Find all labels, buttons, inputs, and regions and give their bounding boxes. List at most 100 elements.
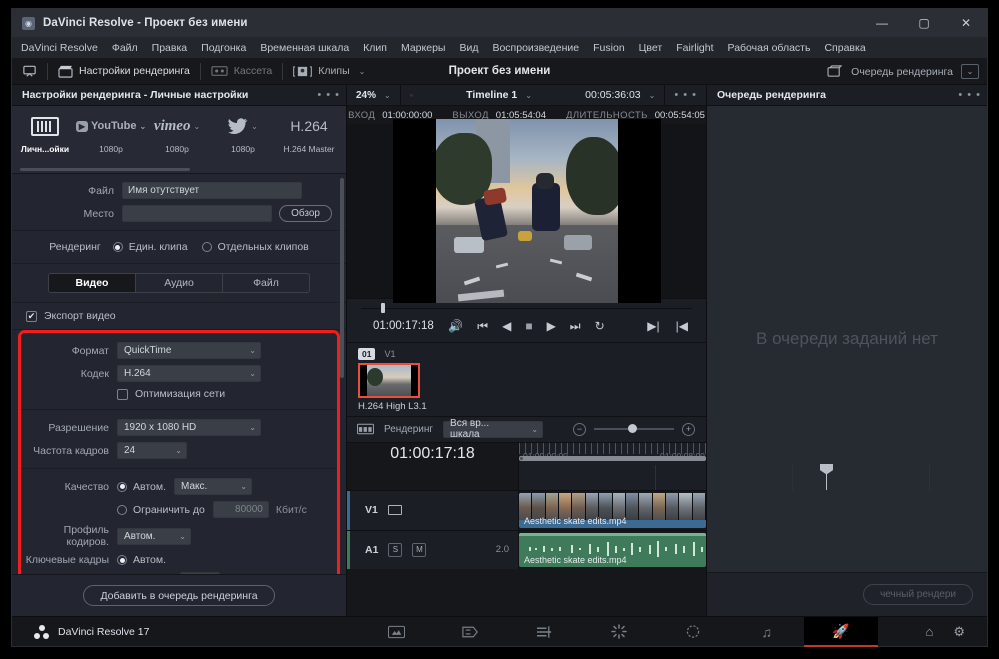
preset-custom[interactable]: Личн...ойки bbox=[12, 113, 78, 154]
format-select[interactable]: QuickTime ⌄ bbox=[117, 342, 261, 359]
play-icon[interactable]: ▶ bbox=[547, 320, 556, 332]
loop-icon[interactable]: ↻ bbox=[595, 320, 605, 332]
menu-item-markers[interactable]: Маркеры bbox=[401, 42, 445, 54]
zoom-in-button[interactable]: + bbox=[682, 422, 696, 436]
track-header-v1[interactable]: V1 bbox=[347, 490, 519, 530]
volume-icon[interactable]: 🔊 bbox=[448, 320, 463, 332]
radio-quality-limit[interactable] bbox=[117, 504, 127, 515]
start-render-button[interactable]: чечный рендери bbox=[863, 584, 973, 605]
viewer-mode-button[interactable]: ◦ bbox=[401, 85, 422, 106]
mark-in-icon[interactable]: |◀ bbox=[676, 320, 688, 332]
chevron-down-icon[interactable]: ⌄ bbox=[359, 67, 366, 76]
location-input[interactable] bbox=[122, 205, 273, 222]
menu-item-clip[interactable]: Клип bbox=[363, 42, 387, 54]
zoom-slider-handle[interactable] bbox=[628, 424, 638, 433]
tab-audio[interactable]: Аудио bbox=[136, 274, 223, 292]
audio-clip[interactable]: Aesthetic skate edits.mp4 bbox=[519, 532, 706, 567]
minimize-button[interactable]: — bbox=[861, 9, 903, 37]
skip-forward-icon[interactable]: ⏭ bbox=[570, 320, 581, 332]
menu-item-workspace[interactable]: Рабочая область bbox=[728, 42, 811, 54]
skip-back-icon[interactable]: ⏮ bbox=[477, 320, 488, 332]
menu-item-help[interactable]: Справка bbox=[824, 42, 865, 54]
track-body-v1[interactable]: Aesthetic skate edits.mp4 bbox=[519, 490, 706, 530]
radio-quality-auto[interactable] bbox=[117, 481, 127, 492]
play-reverse-icon[interactable]: ◀ bbox=[502, 320, 511, 332]
preset-vimeo[interactable]: vimeo ⌄ 1080p bbox=[144, 113, 210, 155]
resolution-select[interactable]: 1920 x 1080 HD ⌄ bbox=[117, 419, 261, 436]
stop-icon[interactable]: ■ bbox=[525, 320, 532, 332]
preset-scrollbar[interactable] bbox=[20, 168, 190, 171]
expand-queue-button[interactable]: ⌄ bbox=[961, 64, 979, 79]
browse-button[interactable]: Обзор bbox=[279, 205, 332, 222]
fairlight-page[interactable]: ♫ bbox=[730, 617, 804, 647]
video-box-icon[interactable] bbox=[387, 505, 402, 515]
menu-item-playback[interactable]: Воспроизведение bbox=[492, 42, 579, 54]
viewer-options-button[interactable]: • • • bbox=[665, 85, 706, 106]
scrubber-handle[interactable] bbox=[381, 303, 385, 313]
close-button[interactable]: ✕ bbox=[945, 9, 987, 37]
add-to-render-queue-button[interactable]: Добавить в очередь рендеринга bbox=[83, 585, 275, 606]
export-video-row[interactable]: ✔ Экспорт видео bbox=[12, 303, 346, 330]
keyframes-every-input[interactable]: 30 bbox=[179, 572, 220, 574]
track-header-a1[interactable]: A1 S M 2.0 bbox=[347, 530, 519, 569]
settings-scrollbar[interactable] bbox=[340, 178, 344, 378]
track-body-a1[interactable]: Aesthetic skate edits.mp4 bbox=[519, 530, 706, 569]
quality-limit-input[interactable]: 80000 bbox=[212, 501, 269, 518]
net-opt-row[interactable]: Оптимизация сети bbox=[21, 388, 327, 400]
menu-item-timeline[interactable]: Временная шкала bbox=[260, 42, 349, 54]
file-input[interactable]: Имя отутствует bbox=[122, 182, 302, 199]
render-queue-list[interactable]: В очереди заданий нет bbox=[707, 106, 987, 572]
maximize-button[interactable]: ▢ bbox=[903, 9, 945, 37]
mute-button[interactable]: M bbox=[412, 542, 427, 557]
export-video-checkbox[interactable]: ✔ bbox=[26, 310, 37, 322]
menu-item-fairlight[interactable]: Fairlight bbox=[676, 42, 713, 54]
zoom-slider[interactable] bbox=[594, 424, 675, 433]
video-viewer[interactable] bbox=[347, 118, 706, 303]
menu-item-edit[interactable]: Правка bbox=[152, 42, 187, 54]
tab-video[interactable]: Видео bbox=[49, 274, 136, 292]
radio-single-clip[interactable] bbox=[112, 242, 123, 252]
deliver-page[interactable]: 🚀 bbox=[803, 616, 878, 647]
edit-page[interactable] bbox=[508, 617, 582, 647]
menu-item-fusion[interactable]: Fusion bbox=[593, 42, 625, 54]
net-optimization-checkbox[interactable] bbox=[117, 388, 128, 400]
home-button[interactable] bbox=[12, 58, 47, 85]
chevron-down-icon[interactable]: ⌄ bbox=[525, 91, 532, 100]
home-icon[interactable]: ⌂ bbox=[925, 624, 933, 639]
queue-options-button[interactable]: • • • bbox=[958, 89, 981, 101]
media-page[interactable] bbox=[360, 617, 434, 647]
color-page[interactable] bbox=[656, 617, 730, 647]
menu-item-file[interactable]: Файл bbox=[112, 42, 138, 54]
menu-item-view[interactable]: Вид bbox=[459, 42, 478, 54]
clips-button[interactable]: Клипы ⌄ bbox=[283, 58, 375, 85]
preset-youtube[interactable]: ▶ YouTube ⌄ 1080p bbox=[75, 113, 146, 154]
panel-options-button[interactable]: • • • bbox=[317, 89, 340, 101]
profile-select[interactable]: Автом. ⌄ bbox=[117, 527, 191, 545]
gear-icon[interactable]: ⚙ bbox=[953, 624, 965, 640]
radio-keyframes-auto[interactable] bbox=[117, 555, 127, 565]
solo-button[interactable]: S bbox=[388, 542, 403, 557]
timeline-h-scrollbar[interactable] bbox=[519, 455, 706, 461]
menu-item-trim[interactable]: Подгонка bbox=[201, 42, 246, 54]
preset-h264[interactable]: H.264 H.264 Master bbox=[276, 113, 342, 154]
quality-preset-select[interactable]: Макс. ⌄ bbox=[174, 478, 253, 495]
codec-select[interactable]: H.264 ⌄ bbox=[117, 365, 261, 382]
zoom-control[interactable]: 24% ⌄ bbox=[347, 85, 400, 106]
mark-out-icon[interactable]: ▶| bbox=[647, 320, 659, 332]
render-settings-button[interactable]: Настройки рендеринга bbox=[48, 58, 200, 85]
framerate-select[interactable]: 24 ⌄ bbox=[117, 442, 187, 459]
timeline-view-button[interactable] bbox=[357, 423, 374, 435]
render-range-select[interactable]: Вся вр... шкала ⌄ bbox=[443, 418, 544, 440]
menu-item-color[interactable]: Цвет bbox=[639, 42, 663, 54]
timeline-selector[interactable]: Timeline 1 ⌄ bbox=[457, 85, 541, 106]
radio-separate-clips[interactable] bbox=[201, 242, 212, 252]
fusion-page[interactable] bbox=[582, 617, 656, 647]
timeline-ruler[interactable]: 01:00:00:00 01:00:08:00 01:00:16:00 01:0… bbox=[519, 442, 706, 465]
marker-area[interactable] bbox=[519, 463, 930, 490]
preset-twitter[interactable]: ⌄ 1080p bbox=[210, 113, 276, 154]
render-queue-label[interactable]: Очередь рендеринга bbox=[851, 66, 953, 78]
zoom-out-button[interactable]: − bbox=[573, 422, 587, 436]
cut-page[interactable] bbox=[434, 617, 508, 647]
duration-display[interactable]: 00:05:36:03 ⌄ bbox=[576, 85, 664, 106]
tab-file[interactable]: Файл bbox=[223, 274, 309, 292]
